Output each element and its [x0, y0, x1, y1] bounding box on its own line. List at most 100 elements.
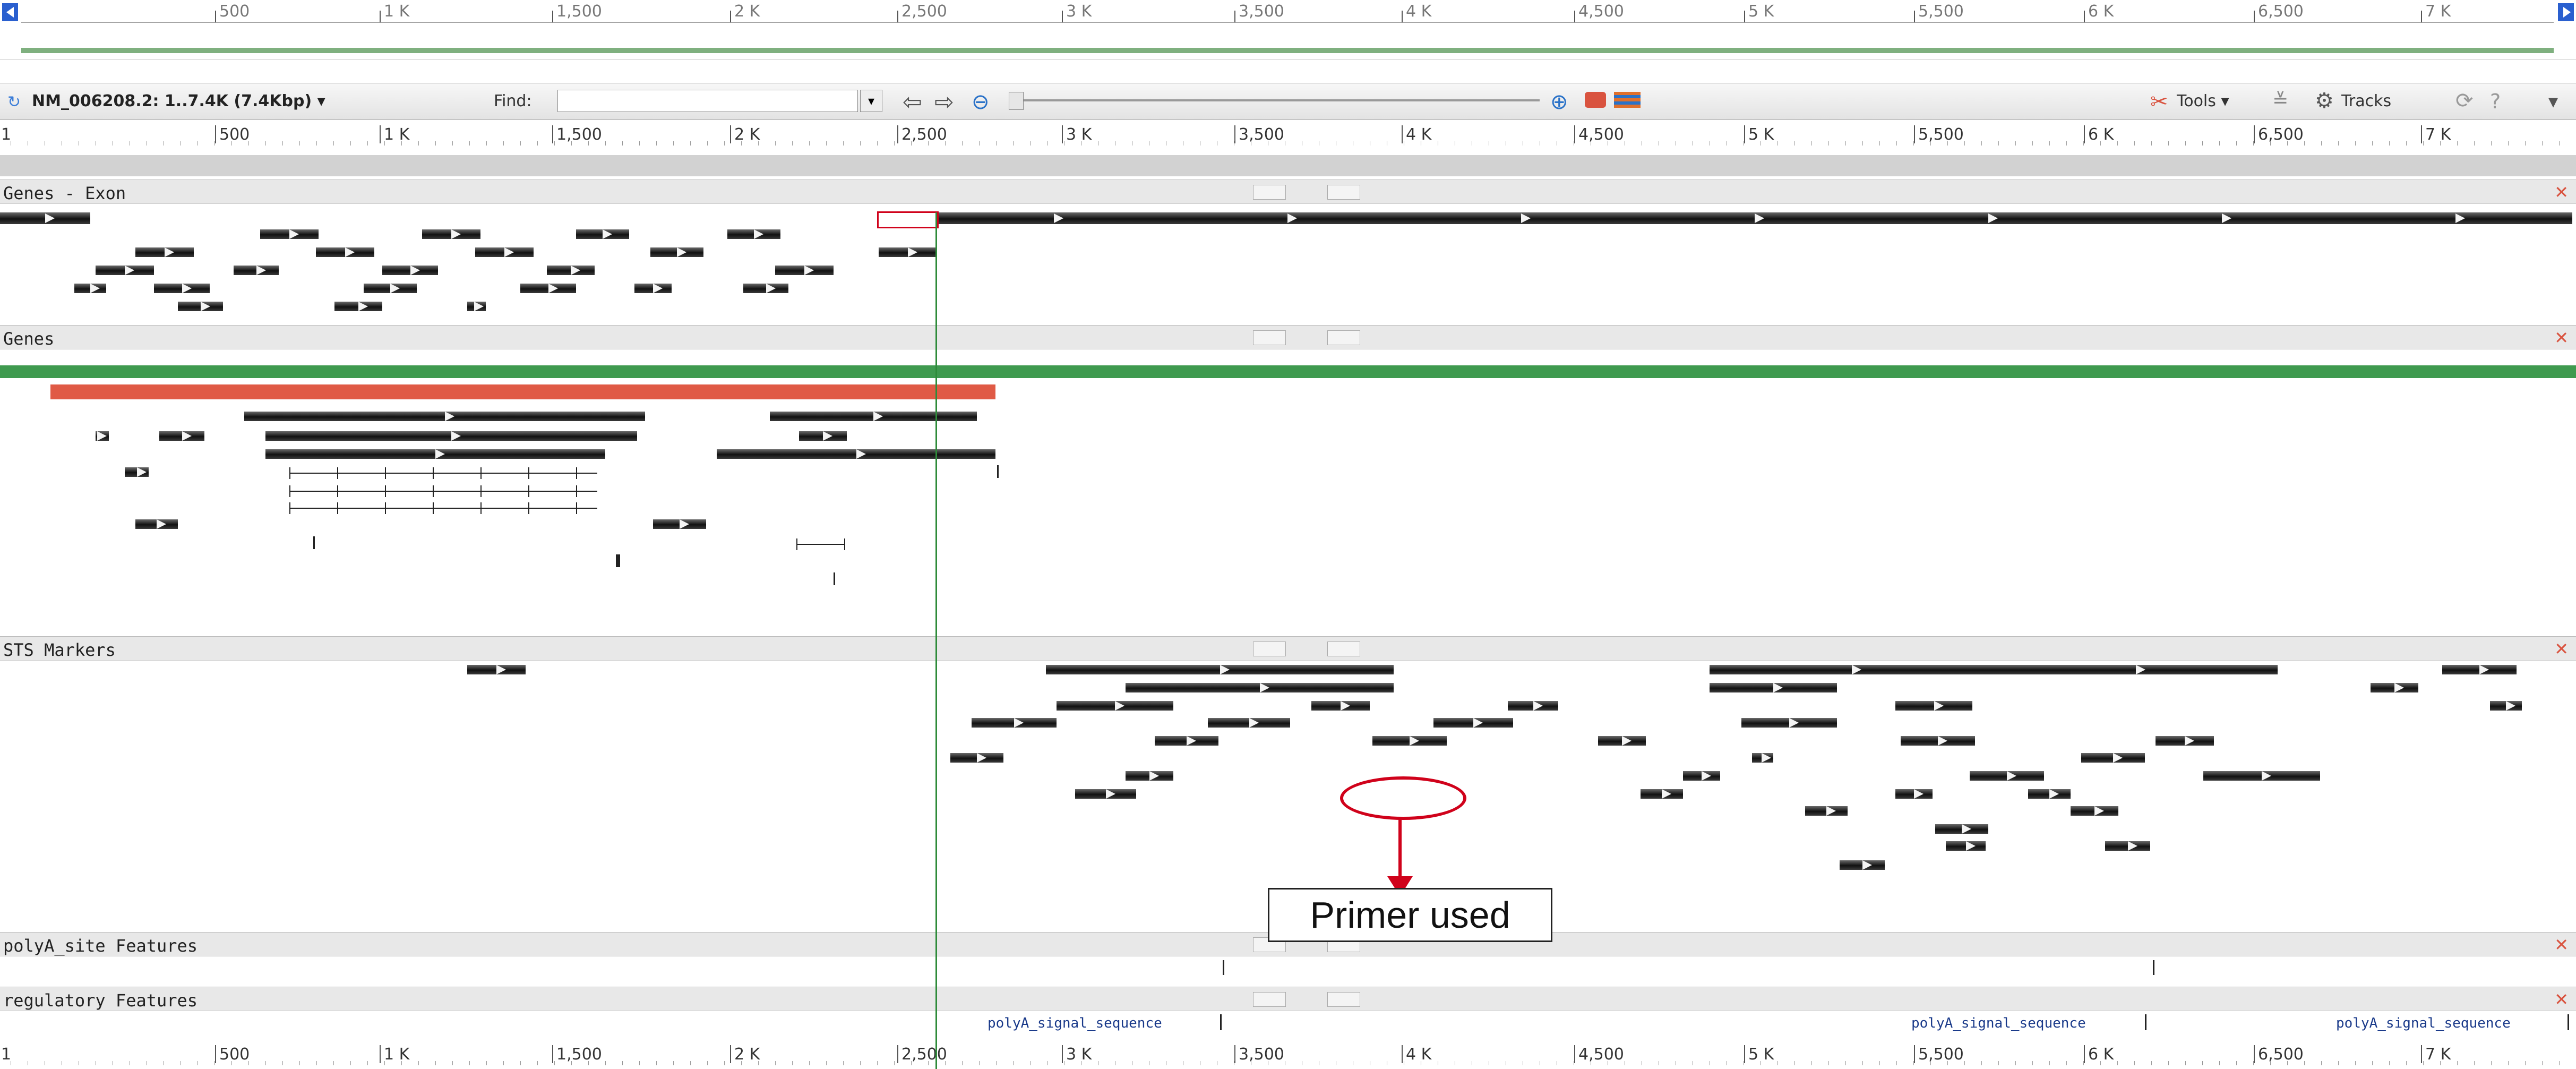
- exon-bar[interactable]: [422, 229, 480, 239]
- exon-bar[interactable]: [520, 284, 576, 293]
- exon-bar[interactable]: [364, 284, 417, 293]
- zoom-in-icon[interactable]: ⊕: [1550, 90, 1568, 114]
- sts-marker-bar[interactable]: [1710, 665, 2278, 674]
- gene-feature-bar[interactable]: [265, 449, 605, 459]
- exon-bar[interactable]: [316, 247, 374, 257]
- sts-marker-bar[interactable]: [2071, 806, 2118, 816]
- sts-marker-bar[interactable]: [972, 718, 1057, 728]
- pan-left-icon[interactable]: ⇦: [903, 89, 922, 116]
- sts-marker-bar[interactable]: [2371, 683, 2418, 692]
- exon-bar[interactable]: [650, 247, 703, 257]
- help-icon[interactable]: ?: [2490, 90, 2501, 113]
- exon-bar[interactable]: [743, 284, 788, 293]
- gene-feature-bar[interactable]: [96, 431, 109, 441]
- sts-marker-bar[interactable]: [2203, 771, 2320, 781]
- sts-marker-bar[interactable]: [2490, 701, 2522, 711]
- exon-bar[interactable]: [154, 284, 210, 293]
- tracks-menu[interactable]: Tracks: [2341, 92, 2391, 110]
- track-genes-header[interactable]: Genes ✕: [0, 325, 2576, 349]
- track-mini-button[interactable]: [1253, 330, 1286, 345]
- track-mini-button[interactable]: [1327, 185, 1360, 200]
- exon-bar[interactable]: [475, 247, 534, 257]
- sts-marker-bar[interactable]: [2105, 841, 2150, 851]
- sts-marker-bar[interactable]: [2081, 753, 2145, 763]
- close-icon[interactable]: ✕: [2554, 639, 2569, 659]
- exon-bar[interactable]: [0, 212, 90, 224]
- exon-bar[interactable]: [178, 302, 223, 311]
- sts-marker-bar[interactable]: [1895, 701, 1972, 711]
- gene-feature-bar[interactable]: [125, 467, 149, 477]
- exon-bar[interactable]: [260, 229, 319, 239]
- pan-right-icon[interactable]: ⇨: [934, 89, 954, 116]
- sts-marker-bar[interactable]: [1710, 683, 1837, 692]
- transcript-bar[interactable]: [50, 384, 995, 399]
- sts-marker-bar[interactable]: [1752, 753, 1773, 763]
- sts-marker-bar[interactable]: [1946, 841, 1986, 851]
- collapse-icon[interactable]: ≚: [2272, 90, 2288, 112]
- exon-bar[interactable]: [467, 302, 486, 311]
- gene-feature-bar[interactable]: [770, 412, 977, 421]
- exon-bar[interactable]: [879, 247, 937, 257]
- track-mini-button[interactable]: [1253, 992, 1286, 1007]
- sts-marker-bar[interactable]: [1311, 701, 1370, 711]
- sts-marker-bar[interactable]: [1057, 701, 1173, 711]
- sts-marker-bar[interactable]: [1372, 736, 1447, 746]
- regulatory-feature-label[interactable]: polyA_signal_sequence: [2336, 1015, 2511, 1031]
- zoom-out-icon[interactable]: ⊖: [972, 90, 990, 114]
- sts-marker-bar[interactable]: [1126, 771, 1173, 781]
- sts-marker-bar[interactable]: [2442, 665, 2517, 674]
- refresh-icon[interactable]: ↻: [7, 93, 29, 112]
- feature-line[interactable]: [289, 491, 597, 492]
- exon-highlight-box[interactable]: [877, 211, 939, 228]
- exon-bar[interactable]: [74, 284, 106, 293]
- tools-menu[interactable]: Tools ▾: [2177, 92, 2229, 110]
- find-dropdown-button[interactable]: ▾: [860, 90, 882, 112]
- feature-line[interactable]: [289, 473, 597, 474]
- sts-marker-bar[interactable]: [1208, 718, 1290, 728]
- exon-bar[interactable]: [234, 266, 279, 275]
- sts-marker-bar[interactable]: [1683, 771, 1720, 781]
- gene-feature-bar[interactable]: [653, 519, 706, 529]
- zoom-slider[interactable]: [1009, 99, 1540, 101]
- track-genes-exon-header[interactable]: Genes - Exon ✕: [0, 179, 2576, 204]
- find-input[interactable]: [557, 90, 858, 112]
- track-mini-button[interactable]: [1253, 185, 1286, 200]
- track-mini-button[interactable]: [1327, 992, 1360, 1007]
- zoom-slider-handle[interactable]: [1009, 92, 1024, 110]
- sts-marker-bar[interactable]: [1641, 789, 1683, 799]
- exon-bar[interactable]: [576, 229, 629, 239]
- track-regulatory-header[interactable]: regulatory Features ✕: [0, 987, 2576, 1011]
- exon-long-bar[interactable]: [937, 212, 2572, 224]
- sync-icon[interactable]: ⟳: [2455, 89, 2474, 113]
- exon-bar[interactable]: [382, 266, 438, 275]
- sts-marker-bar[interactable]: [2028, 789, 2071, 799]
- gene-feature-bar[interactable]: [135, 519, 178, 529]
- sts-marker-bar[interactable]: [467, 665, 526, 674]
- exon-bar[interactable]: [135, 247, 194, 257]
- sequence-icon[interactable]: [1585, 92, 1606, 108]
- sts-marker-bar[interactable]: [1970, 771, 2044, 781]
- exon-bar[interactable]: [727, 229, 780, 239]
- sts-marker-bar[interactable]: [1508, 701, 1558, 711]
- sts-marker-bar[interactable]: [1046, 665, 1394, 674]
- exon-bar[interactable]: [775, 266, 834, 275]
- close-icon[interactable]: ✕: [2554, 328, 2569, 348]
- sts-marker-bar[interactable]: [1935, 824, 1988, 834]
- track-mini-button[interactable]: [1253, 642, 1286, 656]
- sts-marker-bar[interactable]: [1895, 789, 1933, 799]
- exon-bar[interactable]: [96, 266, 154, 275]
- feature-line[interactable]: [289, 508, 597, 509]
- more-icon[interactable]: ▾: [2548, 91, 2558, 113]
- exon-bar[interactable]: [334, 302, 382, 311]
- highlight-icon[interactable]: [1614, 92, 1641, 108]
- sts-marker-bar[interactable]: [1126, 683, 1394, 692]
- sts-marker-bar[interactable]: [2156, 736, 2214, 746]
- feature-line[interactable]: [796, 544, 844, 545]
- gene-feature-bar[interactable]: [265, 431, 637, 441]
- sts-marker-bar[interactable]: [1805, 806, 1848, 816]
- location-dropdown[interactable]: NM_006208.2: 1..7.4K (7.4Kbp) ▾: [32, 92, 325, 110]
- gene-feature-bar[interactable]: [799, 431, 847, 441]
- sts-marker-bar[interactable]: [950, 753, 1003, 763]
- sts-marker-bar[interactable]: [1598, 736, 1646, 746]
- sts-marker-bar[interactable]: [1075, 789, 1136, 799]
